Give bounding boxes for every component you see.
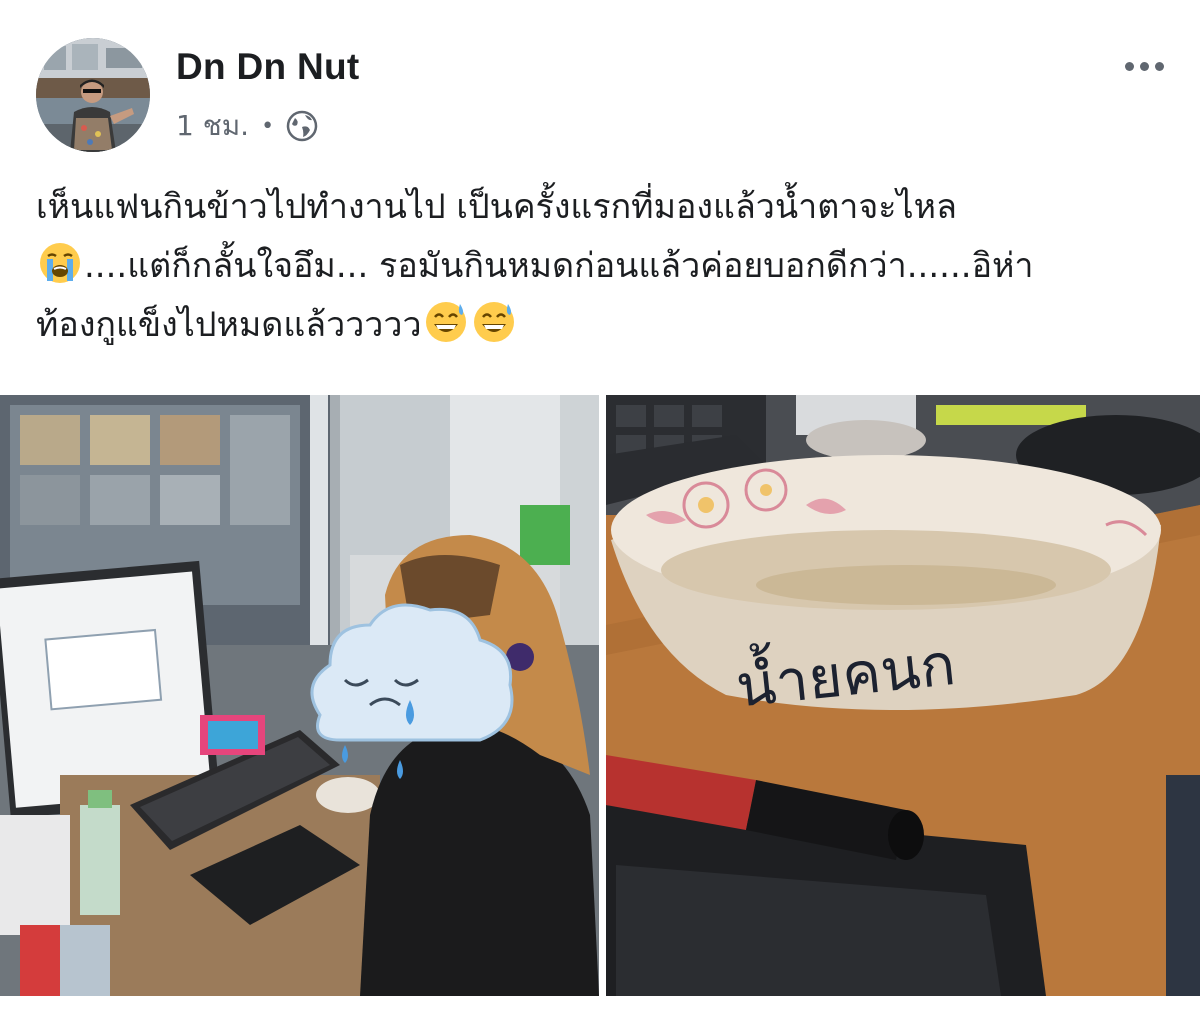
woman-at-computer-photo[interactable] <box>0 395 599 996</box>
post-meta: 1 ชม. • <box>176 104 318 148</box>
more-options-button[interactable] <box>1125 62 1164 71</box>
post-text-line: ท้องกูแข็งไปหมดแล้ววววว <box>36 296 1176 355</box>
post-text: เห็นแฟนกินข้าวไปทำงานไป เป็นครั้งแรกที่ม… <box>36 178 1176 355</box>
post-text-line: ....แต่ก็กลั้นใจอึม... รอมันกินหมดก่อนแล… <box>36 237 1176 296</box>
post-time[interactable]: 1 ชม. <box>176 104 249 148</box>
avatar[interactable] <box>36 38 150 152</box>
globe-icon[interactable] <box>286 110 318 142</box>
grinning-sweat-emoji <box>472 300 516 344</box>
author-name[interactable]: Dn Dn Nut <box>176 46 360 88</box>
loudly-crying-face-emoji <box>38 241 82 285</box>
post-text-line: เห็นแฟนกินข้าวไปทำงานไป เป็นครั้งแรกที่ม… <box>36 187 957 227</box>
photo-grid: น้ำยคนก <box>0 395 1200 996</box>
grinning-sweat-emoji <box>424 300 468 344</box>
bowl-on-desk-photo[interactable]: น้ำยคนก <box>606 395 1200 996</box>
post-header: Dn Dn Nut 1 ชม. • <box>36 38 1170 158</box>
more-horizontal-icon <box>1125 62 1134 71</box>
meta-separator: • <box>261 113 275 139</box>
